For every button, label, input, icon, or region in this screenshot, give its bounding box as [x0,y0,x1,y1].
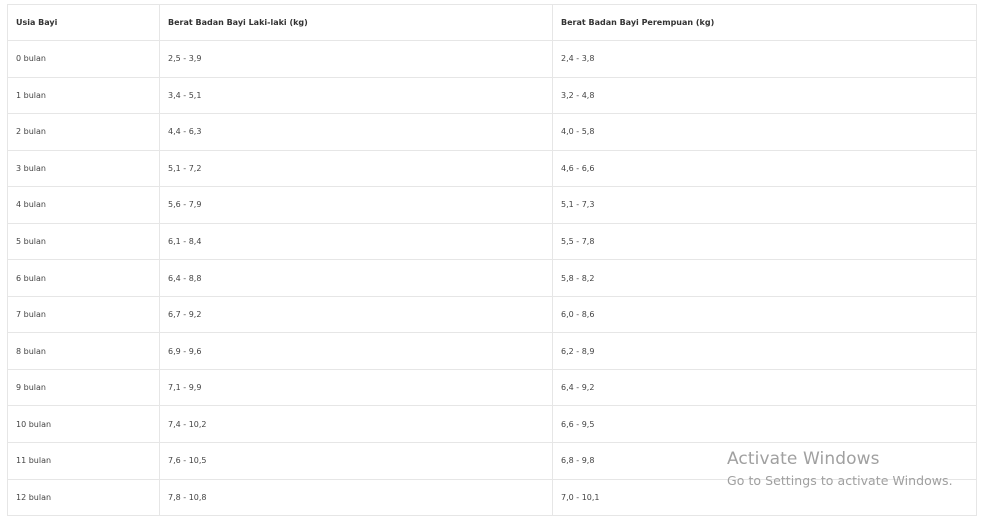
table-row: 3 bulan 5,1 - 7,2 4,6 - 6,6 [7,149,977,188]
table-row: 12 bulan 7,8 - 10,8 7,0 - 10,1 [7,478,977,517]
table-row: 10 bulan 7,4 - 10,2 6,6 - 9,5 [7,405,977,444]
cell-boy-weight: 2,5 - 3,9 [159,40,553,78]
table-row: 2 bulan 4,4 - 6,3 4,0 - 5,8 [7,113,977,151]
cell-age: 2 bulan [7,113,160,151]
weight-table: Usia Bayi Berat Badan Bayi Laki-laki (kg… [7,4,977,517]
table-row: 4 bulan 5,6 - 7,9 5,1 - 7,3 [7,186,977,224]
cell-girl-weight: 6,2 - 8,9 [552,332,977,370]
cell-girl-weight: 3,2 - 4,8 [552,76,977,115]
cell-age: 1 bulan [7,76,160,115]
cell-boy-weight: 7,8 - 10,8 [159,478,553,517]
cell-age: 8 bulan [7,332,160,370]
cell-girl-weight: 5,5 - 7,8 [552,222,977,261]
cell-age: 12 bulan [7,478,160,517]
cell-girl-weight: 6,4 - 9,2 [552,368,977,407]
cell-age: 7 bulan [7,295,160,334]
cell-age: 9 bulan [7,368,160,407]
table-row: 9 bulan 7,1 - 9,9 6,4 - 9,2 [7,368,977,407]
cell-girl-weight: 6,0 - 8,6 [552,295,977,334]
cell-girl-weight: 6,6 - 9,5 [552,405,977,444]
cell-age: 3 bulan [7,149,160,188]
cell-boy-weight: 5,1 - 7,2 [159,149,553,188]
header-boy-weight: Berat Badan Bayi Laki-laki (kg) [159,4,553,41]
cell-age: 5 bulan [7,222,160,261]
cell-age: 11 bulan [7,442,160,480]
cell-boy-weight: 7,1 - 9,9 [159,368,553,407]
table-header: Usia Bayi Berat Badan Bayi Laki-laki (kg… [7,4,977,41]
cell-girl-weight: 4,6 - 6,6 [552,149,977,188]
cell-girl-weight: 5,8 - 8,2 [552,259,977,297]
cell-boy-weight: 3,4 - 5,1 [159,76,553,115]
cell-girl-weight: 2,4 - 3,8 [552,40,977,78]
cell-boy-weight: 7,4 - 10,2 [159,405,553,444]
cell-age: 0 bulan [7,40,160,78]
table-row: 6 bulan 6,4 - 8,8 5,8 - 8,2 [7,259,977,297]
cell-girl-weight: 5,1 - 7,3 [552,186,977,224]
header-age: Usia Bayi [7,4,160,41]
cell-boy-weight: 6,9 - 9,6 [159,332,553,370]
table-row: 1 bulan 3,4 - 5,1 3,2 - 4,8 [7,76,977,115]
table-row: 5 bulan 6,1 - 8,4 5,5 - 7,8 [7,222,977,261]
cell-girl-weight: 4,0 - 5,8 [552,113,977,151]
table-row: 8 bulan 6,9 - 9,6 6,2 - 8,9 [7,332,977,370]
cell-girl-weight: 6,8 - 9,8 [552,442,977,480]
cell-boy-weight: 6,4 - 8,8 [159,259,553,297]
cell-boy-weight: 4,4 - 6,3 [159,113,553,151]
header-row: Usia Bayi Berat Badan Bayi Laki-laki (kg… [7,4,977,41]
cell-girl-weight: 7,0 - 10,1 [552,478,977,517]
table-row: 0 bulan 2,5 - 3,9 2,4 - 3,8 [7,40,977,78]
cell-age: 10 bulan [7,405,160,444]
cell-boy-weight: 6,1 - 8,4 [159,222,553,261]
cell-age: 4 bulan [7,186,160,224]
cell-boy-weight: 7,6 - 10,5 [159,442,553,480]
cell-age: 6 bulan [7,259,160,297]
header-girl-weight: Berat Badan Bayi Perempuan (kg) [552,4,977,41]
table-row: 11 bulan 7,6 - 10,5 6,8 - 9,8 [7,442,977,480]
cell-boy-weight: 6,7 - 9,2 [159,295,553,334]
table-row: 7 bulan 6,7 - 9,2 6,0 - 8,6 [7,295,977,334]
cell-boy-weight: 5,6 - 7,9 [159,186,553,224]
table-body: 0 bulan 2,5 - 3,9 2,4 - 3,8 1 bulan 3,4 … [7,40,977,517]
